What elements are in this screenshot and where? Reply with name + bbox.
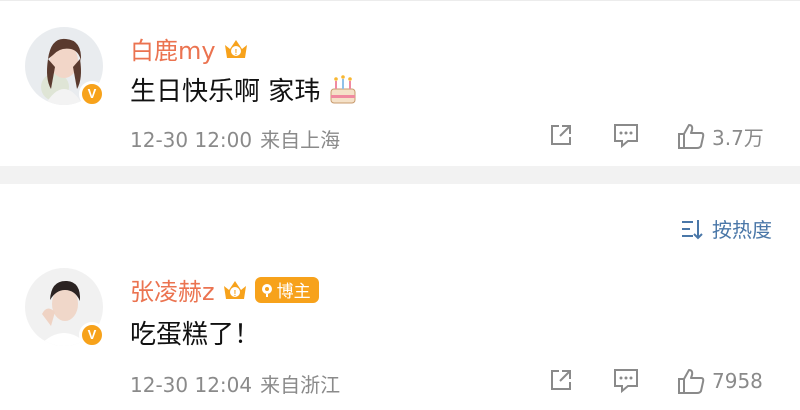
comment-meta: 12-30 12:04 来自浙江 xyxy=(130,369,340,398)
comment-icon xyxy=(614,124,638,149)
comment-location: 来自浙江 xyxy=(260,373,341,397)
pin-icon xyxy=(261,283,272,297)
username-label: 张凌赫z xyxy=(130,278,215,306)
comment-card-2: 按热度 V 张凌赫z ! 博主 吃蛋糕了！ 12-30 12:04 来自浙江 7… xyxy=(0,184,800,410)
comment-text: 吃蛋糕了！ xyxy=(130,314,260,351)
reply-button[interactable] xyxy=(612,121,640,149)
like-button[interactable]: 7958 xyxy=(676,366,763,396)
comment-location: 来自上海 xyxy=(260,128,341,152)
username[interactable]: 张凌赫z ! 博主 xyxy=(130,272,319,307)
svg-text:!: ! xyxy=(234,48,237,57)
comment-icon xyxy=(614,369,638,394)
blogger-tag-label: 博主 xyxy=(276,282,311,302)
like-count: 7958 xyxy=(712,369,763,393)
avatar[interactable]: V xyxy=(25,27,105,107)
crown-badge-icon: ! xyxy=(224,39,247,58)
share-icon xyxy=(551,125,571,145)
section-divider xyxy=(0,166,800,184)
reply-button[interactable] xyxy=(612,366,640,394)
thumbs-up-icon xyxy=(678,369,705,394)
comment-meta: 12-30 12:00 来自上海 xyxy=(130,124,340,153)
share-button[interactable] xyxy=(547,366,575,394)
like-button[interactable]: 3.7万 xyxy=(676,121,764,151)
username[interactable]: 白鹿my ! xyxy=(130,31,250,66)
comment-text-label: 吃蛋糕了！ xyxy=(130,320,261,350)
avatar[interactable]: V xyxy=(25,268,105,348)
comment-time: 12-30 12:00 xyxy=(130,128,253,152)
share-icon xyxy=(551,370,571,390)
username-label: 白鹿my xyxy=(130,37,216,65)
verified-badge-icon: V xyxy=(79,322,105,348)
comment-text-label: 生日快乐啊 家玮 xyxy=(130,77,321,107)
svg-text:!: ! xyxy=(233,289,236,298)
share-button[interactable] xyxy=(547,121,575,149)
comment-time: 12-30 12:04 xyxy=(130,373,253,397)
verified-badge-icon: V xyxy=(79,81,105,107)
cake-emoji-icon xyxy=(330,74,356,103)
like-count: 3.7万 xyxy=(712,125,764,150)
sort-label: 按热度 xyxy=(712,218,772,242)
crown-badge-icon: ! xyxy=(223,280,246,299)
sort-icon xyxy=(682,219,703,239)
blogger-tag: 博主 xyxy=(254,276,319,303)
thumbs-up-icon xyxy=(678,124,705,149)
sort-by-hot-button[interactable]: 按热度 xyxy=(680,214,772,243)
comment-card-1: V 白鹿my ! 生日快乐啊 家玮 12-30 12:00 来自上海 3.7万 xyxy=(0,0,800,167)
comment-text: 生日快乐啊 家玮 xyxy=(130,71,360,108)
